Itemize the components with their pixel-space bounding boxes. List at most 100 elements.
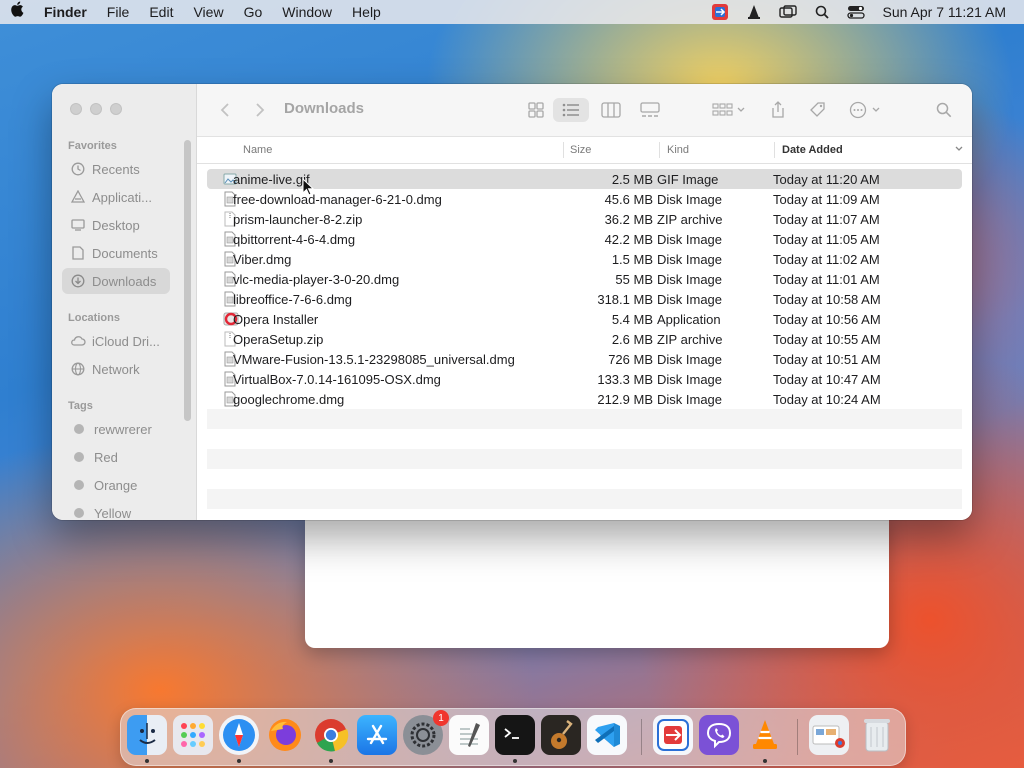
- gallery-view-button[interactable]: [637, 98, 663, 122]
- safari-icon[interactable]: [219, 715, 259, 755]
- tags-header: Tags: [68, 400, 93, 412]
- file-name: VirtualBox-7.0.14-161095-OSX.dmg: [233, 372, 441, 387]
- file-row[interactable]: Viber.dmg 1.5 MB Disk Image Today at 11:02 …: [207, 249, 962, 269]
- file-row[interactable]: free-download-manager-6-21-0.dmg 45.6 MB D…: [207, 189, 962, 209]
- grid-icon: [528, 102, 544, 118]
- finder-icon[interactable]: [127, 715, 167, 755]
- sidebar-item-downloads[interactable]: Downloads: [62, 268, 170, 294]
- sidebar-item-label: Network: [92, 361, 140, 377]
- column-header-date-added[interactable]: Date Added: [782, 144, 843, 156]
- app-store-icon[interactable]: [357, 715, 397, 755]
- column-divider[interactable]: [774, 142, 775, 158]
- garageband-icon[interactable]: [541, 715, 581, 755]
- menu-go[interactable]: Go: [234, 0, 273, 24]
- file-row[interactable]: prism-launcher-8-2.zip 36.2 MB ZIP archive…: [207, 209, 962, 229]
- viber-icon[interactable]: [699, 715, 739, 755]
- file-row[interactable]: anime-live.gif 2.5 MB GIF Image Today at 11…: [207, 169, 962, 189]
- list-view-button[interactable]: [553, 98, 589, 122]
- vlc-status-icon[interactable]: [743, 3, 765, 21]
- sort-chevron-icon[interactable]: [954, 144, 964, 157]
- zoom-button[interactable]: [110, 103, 122, 115]
- teamviewer-status-icon[interactable]: [709, 3, 731, 21]
- file-row[interactable]: VirtualBox-7.0.14-161095-OSX.dmg 133.3 MB…: [207, 369, 962, 389]
- tag-dot-icon: [74, 480, 84, 490]
- file-kind: GIF Image: [657, 172, 719, 187]
- file-row[interactable]: OperaSetup.zip 2.6 MB ZIP archive Today at …: [207, 329, 962, 349]
- sidebar-item-label: Documents: [92, 245, 158, 261]
- menu-view[interactable]: View: [183, 0, 233, 24]
- favorites-header: Favorites: [68, 140, 117, 152]
- menu-edit[interactable]: Edit: [139, 0, 183, 24]
- file-date-added: Today at 11:20 AM: [773, 172, 880, 187]
- group-by-button[interactable]: [709, 98, 749, 122]
- downloads-stack-icon[interactable]: [809, 715, 849, 755]
- firefox-icon[interactable]: [265, 715, 305, 755]
- sidebar-tag-yellow[interactable]: Yellow: [62, 500, 170, 520]
- terminal-icon[interactable]: [495, 715, 535, 755]
- spotlight-search-icon[interactable]: [811, 3, 833, 21]
- textedit-icon[interactable]: [449, 715, 489, 755]
- launchpad-icon[interactable]: [173, 715, 213, 755]
- column-divider[interactable]: [563, 142, 564, 158]
- menu-app-name[interactable]: Finder: [34, 0, 97, 24]
- back-button[interactable]: [217, 98, 233, 122]
- control-center-icon[interactable]: [845, 3, 867, 21]
- menu-help[interactable]: Help: [342, 0, 391, 24]
- sidebar-item-documents[interactable]: Documents: [62, 240, 170, 266]
- icon-view-button[interactable]: [523, 98, 549, 122]
- column-header-name[interactable]: Name: [243, 144, 272, 156]
- forward-button[interactable]: [252, 98, 268, 122]
- close-button[interactable]: [70, 103, 82, 115]
- sidebar-item-icloud[interactable]: iCloud Dri...: [62, 328, 170, 354]
- document-icon: [70, 245, 86, 261]
- file-kind: Disk Image: [657, 232, 723, 247]
- sidebar-item-label: Applicati...: [92, 189, 152, 205]
- trash-icon[interactable]: [857, 715, 897, 755]
- vlc-icon[interactable]: [745, 715, 785, 755]
- sidebar-tag-rewwrerer[interactable]: rewwrerer: [62, 416, 170, 442]
- teamviewer-icon[interactable]: [653, 715, 693, 755]
- column-header-size[interactable]: Size: [570, 144, 591, 156]
- running-indicator: [763, 759, 767, 763]
- sidebar-item-network[interactable]: Network: [62, 356, 170, 382]
- share-button[interactable]: [765, 98, 791, 122]
- sidebar-item-applications[interactable]: Applicati...: [62, 184, 170, 210]
- file-row[interactable]: googlechrome.dmg 212.9 MB Disk Image Today …: [207, 389, 962, 409]
- sidebar-scrollbar[interactable]: [184, 140, 191, 421]
- apple-menu-icon[interactable]: [0, 0, 34, 24]
- menu-file[interactable]: File: [97, 0, 140, 24]
- sidebar-tag-red[interactable]: Red: [62, 444, 170, 470]
- file-row[interactable]: vlc-media-player-3-0-20.dmg 55 MB Disk Ima…: [207, 269, 962, 289]
- chrome-icon[interactable]: [311, 715, 351, 755]
- search-button[interactable]: [933, 98, 955, 122]
- file-name: OperaSetup.zip: [233, 332, 324, 347]
- file-date-added: Today at 11:02 AM: [773, 252, 880, 267]
- file-row[interactable]: Opera Installer 5.4 MB Application Today at…: [207, 309, 962, 329]
- file-size: 133.3 MB: [597, 372, 653, 387]
- file-name: googlechrome.dmg: [233, 392, 345, 407]
- minimize-button[interactable]: [90, 103, 102, 115]
- more-actions-button[interactable]: [847, 98, 887, 122]
- sidebar-item-desktop[interactable]: Desktop: [62, 212, 170, 238]
- vscode-icon[interactable]: [587, 715, 627, 755]
- applications-icon: [70, 189, 86, 205]
- sidebar-item-recents[interactable]: Recents: [62, 156, 170, 182]
- background-window[interactable]: [305, 515, 889, 648]
- menu-clock[interactable]: Sun Apr 7 11:21 AM: [873, 4, 1024, 20]
- cloud-icon: [70, 333, 86, 349]
- screen-mirroring-icon[interactable]: [777, 3, 799, 21]
- file-date-added: Today at 10:51 AM: [773, 352, 881, 367]
- column-header-kind[interactable]: Kind: [667, 144, 689, 156]
- system-settings-icon[interactable]: 1: [403, 710, 449, 755]
- file-size: 318.1 MB: [597, 292, 653, 307]
- file-row[interactable]: libreoffice-7-6-6.dmg 318.1 MB Disk Image T…: [207, 289, 962, 309]
- column-divider[interactable]: [659, 142, 660, 158]
- column-view-button[interactable]: [598, 98, 624, 122]
- file-row[interactable]: VMware-Fusion-13.5.1-23298085_universal.…: [207, 349, 962, 369]
- file-row[interactable]: qbittorrent-4-6-4.dmg 42.2 MB Disk Image To…: [207, 229, 962, 249]
- download-icon: [70, 273, 86, 289]
- tag-button[interactable]: [805, 98, 831, 122]
- sidebar-tag-orange[interactable]: Orange: [62, 472, 170, 498]
- running-indicator: [513, 759, 517, 763]
- menu-window[interactable]: Window: [272, 0, 342, 24]
